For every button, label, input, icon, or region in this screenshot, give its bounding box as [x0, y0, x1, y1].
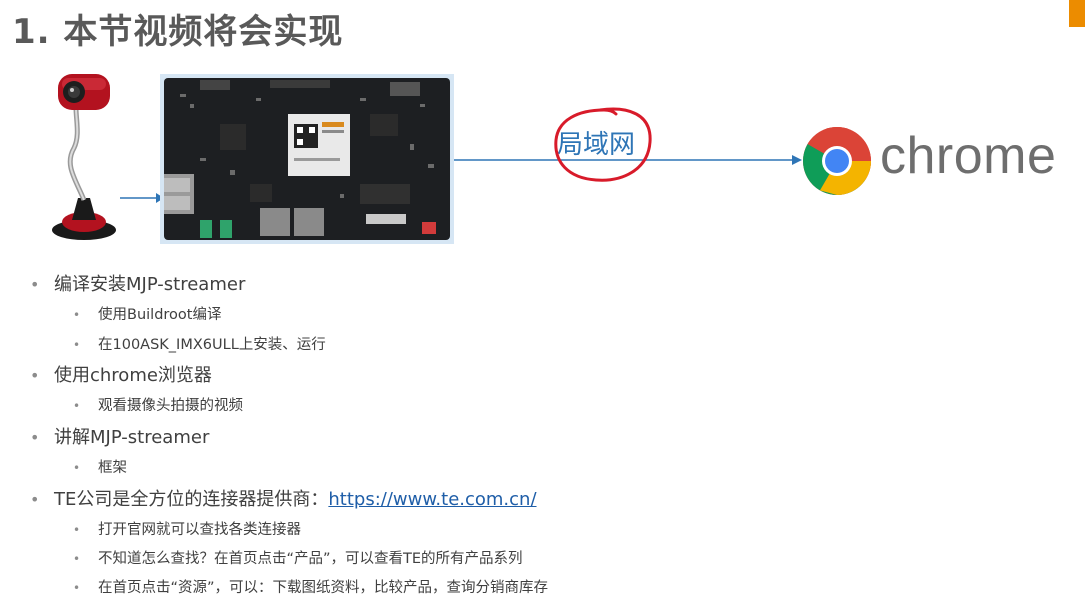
bullet-text: 使用chrome浏览器 [54, 365, 212, 386]
bullet-dot-icon: • [73, 523, 81, 537]
webcam-image [46, 70, 122, 242]
sub-bullet-text: 不知道怎么查找？在首页点击“产品”，可以查看TE的所有产品系列 [98, 551, 523, 567]
bullet-item: • 讲解MJP-streamer [30, 423, 209, 449]
sub-bullet-text: 观看摄像头拍摄的视频 [98, 398, 243, 414]
dev-board-image [160, 74, 454, 244]
bullet-item: • 编译安装MJP-streamer [30, 270, 245, 296]
bullet-text: 编译安装MJP-streamer [54, 274, 246, 295]
sub-bullet-item: • 不知道怎么查找？在首页点击“产品”，可以查看TE的所有产品系列 [73, 547, 523, 568]
chrome-icon [802, 126, 872, 196]
sub-bullet-item: • 观看摄像头拍摄的视频 [73, 394, 243, 415]
sub-bullet-item: • 使用Buildroot编译 [73, 303, 221, 324]
bullet-dot-icon: • [73, 461, 81, 475]
chrome-wordmark: chrome [880, 127, 1057, 185]
sub-bullet-text: 使用Buildroot编译 [98, 307, 222, 323]
bullet-dot-icon: • [73, 581, 81, 595]
bullet-dot-icon: • [73, 399, 81, 413]
sub-bullet-text: 打开官网就可以查找各类连接器 [98, 522, 301, 538]
sub-bullet-item: • 在100ASK_IMX6ULL上安装、运行 [73, 333, 326, 354]
bullet-dot-icon: • [73, 338, 81, 352]
bullet-dot-icon: • [30, 428, 40, 447]
sub-bullet-item: • 打开官网就可以查找各类连接器 [73, 518, 301, 539]
bullet-dot-icon: • [73, 552, 81, 566]
sub-bullet-item: • 框架 [73, 456, 127, 477]
corner-accent [1069, 0, 1085, 27]
bullet-dot-icon: • [30, 490, 40, 509]
te-website-link[interactable]: https://www.te.com.cn/ [328, 489, 536, 510]
bullet-text: TE公司是全方位的连接器提供商： [54, 489, 329, 510]
slide-title: 1. 本节视频将会实现 [12, 12, 344, 52]
bullet-item: • 使用chrome浏览器 [30, 361, 212, 387]
sub-bullet-item: • 在首页点击“资源”，可以：下载图纸资料，比较产品，查询分销商库存 [73, 576, 548, 597]
bullet-dot-icon: • [30, 366, 40, 385]
bullet-dot-icon: • [30, 275, 40, 294]
camera-to-board-arrow [120, 190, 164, 204]
sub-bullet-text: 在100ASK_IMX6ULL上安装、运行 [98, 337, 326, 353]
red-circle-annotation [548, 104, 656, 186]
sub-bullet-text: 框架 [98, 460, 127, 476]
bullet-dot-icon: • [73, 308, 81, 322]
bullet-item: • TE公司是全方位的连接器提供商：https://www.te.com.cn/ [30, 485, 537, 511]
bullet-text: 讲解MJP-streamer [54, 427, 210, 448]
sub-bullet-text: 在首页点击“资源”，可以：下载图纸资料，比较产品，查询分销商库存 [98, 580, 549, 596]
